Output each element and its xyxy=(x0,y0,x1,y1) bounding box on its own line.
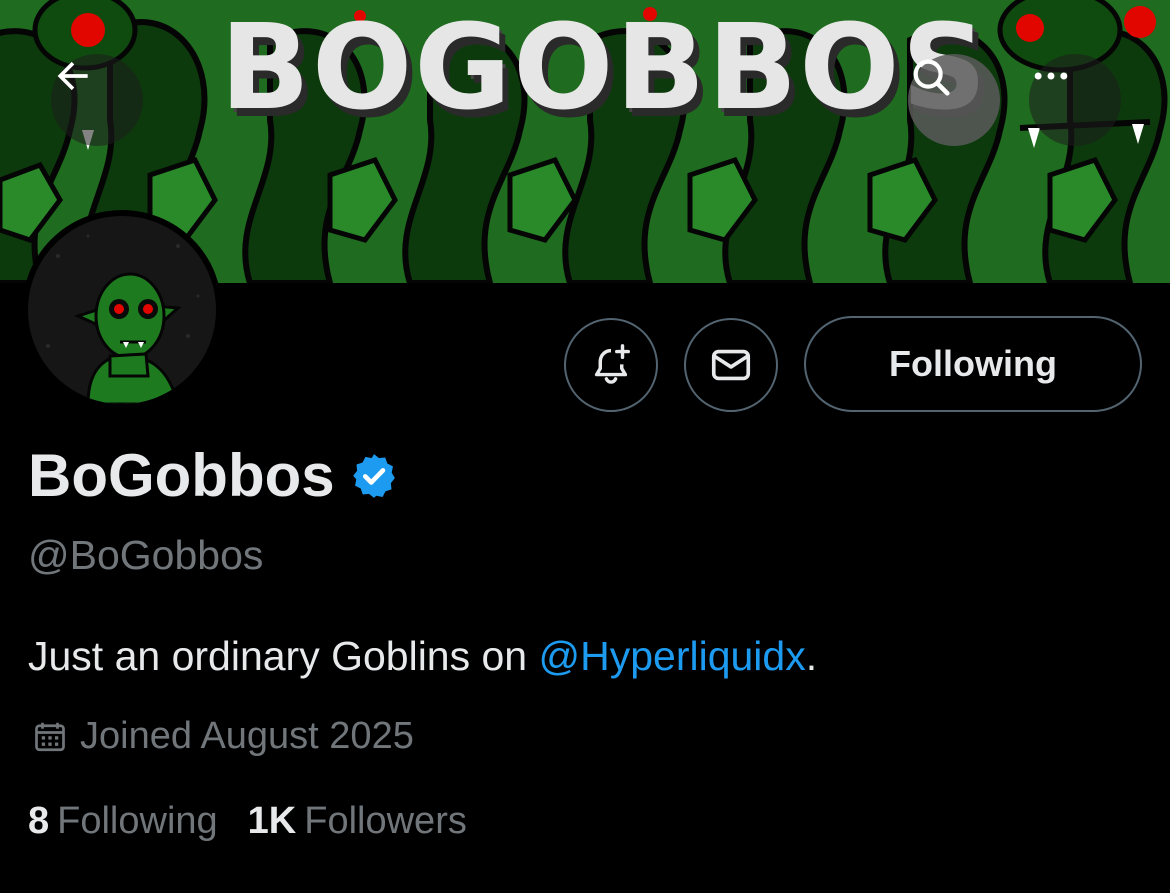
joined-date: Joined August 2025 xyxy=(80,715,414,757)
joined-date-row: Joined August 2025 xyxy=(32,715,414,758)
following-button[interactable]: Following xyxy=(804,316,1142,412)
banner-title: BOGOBBOS xyxy=(220,0,989,136)
message-button[interactable] xyxy=(684,318,778,412)
bio-mention-link[interactable]: @Hyperliquidx xyxy=(539,633,806,679)
envelope-icon xyxy=(711,349,751,381)
arrow-left-icon xyxy=(57,61,88,91)
more-horizontal-icon xyxy=(1034,72,1068,80)
display-name-row: BoGobbos xyxy=(28,446,399,506)
followers-label: Followers xyxy=(304,800,467,842)
following-count-link[interactable]: 8 Following xyxy=(28,800,218,843)
bio-text: Just an ordinary Goblins on xyxy=(28,633,539,679)
search-button[interactable] xyxy=(908,54,1000,146)
display-name: BoGobbos xyxy=(28,442,335,509)
following-count: 8 xyxy=(28,800,50,842)
followers-count: 1K xyxy=(247,800,297,842)
back-button[interactable] xyxy=(51,54,143,146)
followers-count-link[interactable]: 1K Followers xyxy=(248,800,467,843)
search-icon xyxy=(913,59,950,96)
more-button[interactable] xyxy=(1029,54,1121,146)
bell-plus-icon xyxy=(594,344,630,384)
following-label: Following xyxy=(57,800,218,842)
bio: Just an ordinary Goblins on @Hyperliquid… xyxy=(28,633,817,680)
goblin-avatar-image xyxy=(28,216,216,404)
avatar[interactable] xyxy=(22,210,222,410)
bio-end: . xyxy=(805,633,818,679)
user-handle: @BoGobbos xyxy=(28,532,264,578)
verified-badge-icon[interactable] xyxy=(349,451,399,501)
notifications-button[interactable] xyxy=(564,318,658,412)
calendar-icon xyxy=(35,722,65,751)
profile-page: BOGOBBOS Following BoGobbos @BoGobbos Ju… xyxy=(0,0,1170,893)
follow-stats: 8 Following 1K Followers xyxy=(28,800,467,843)
